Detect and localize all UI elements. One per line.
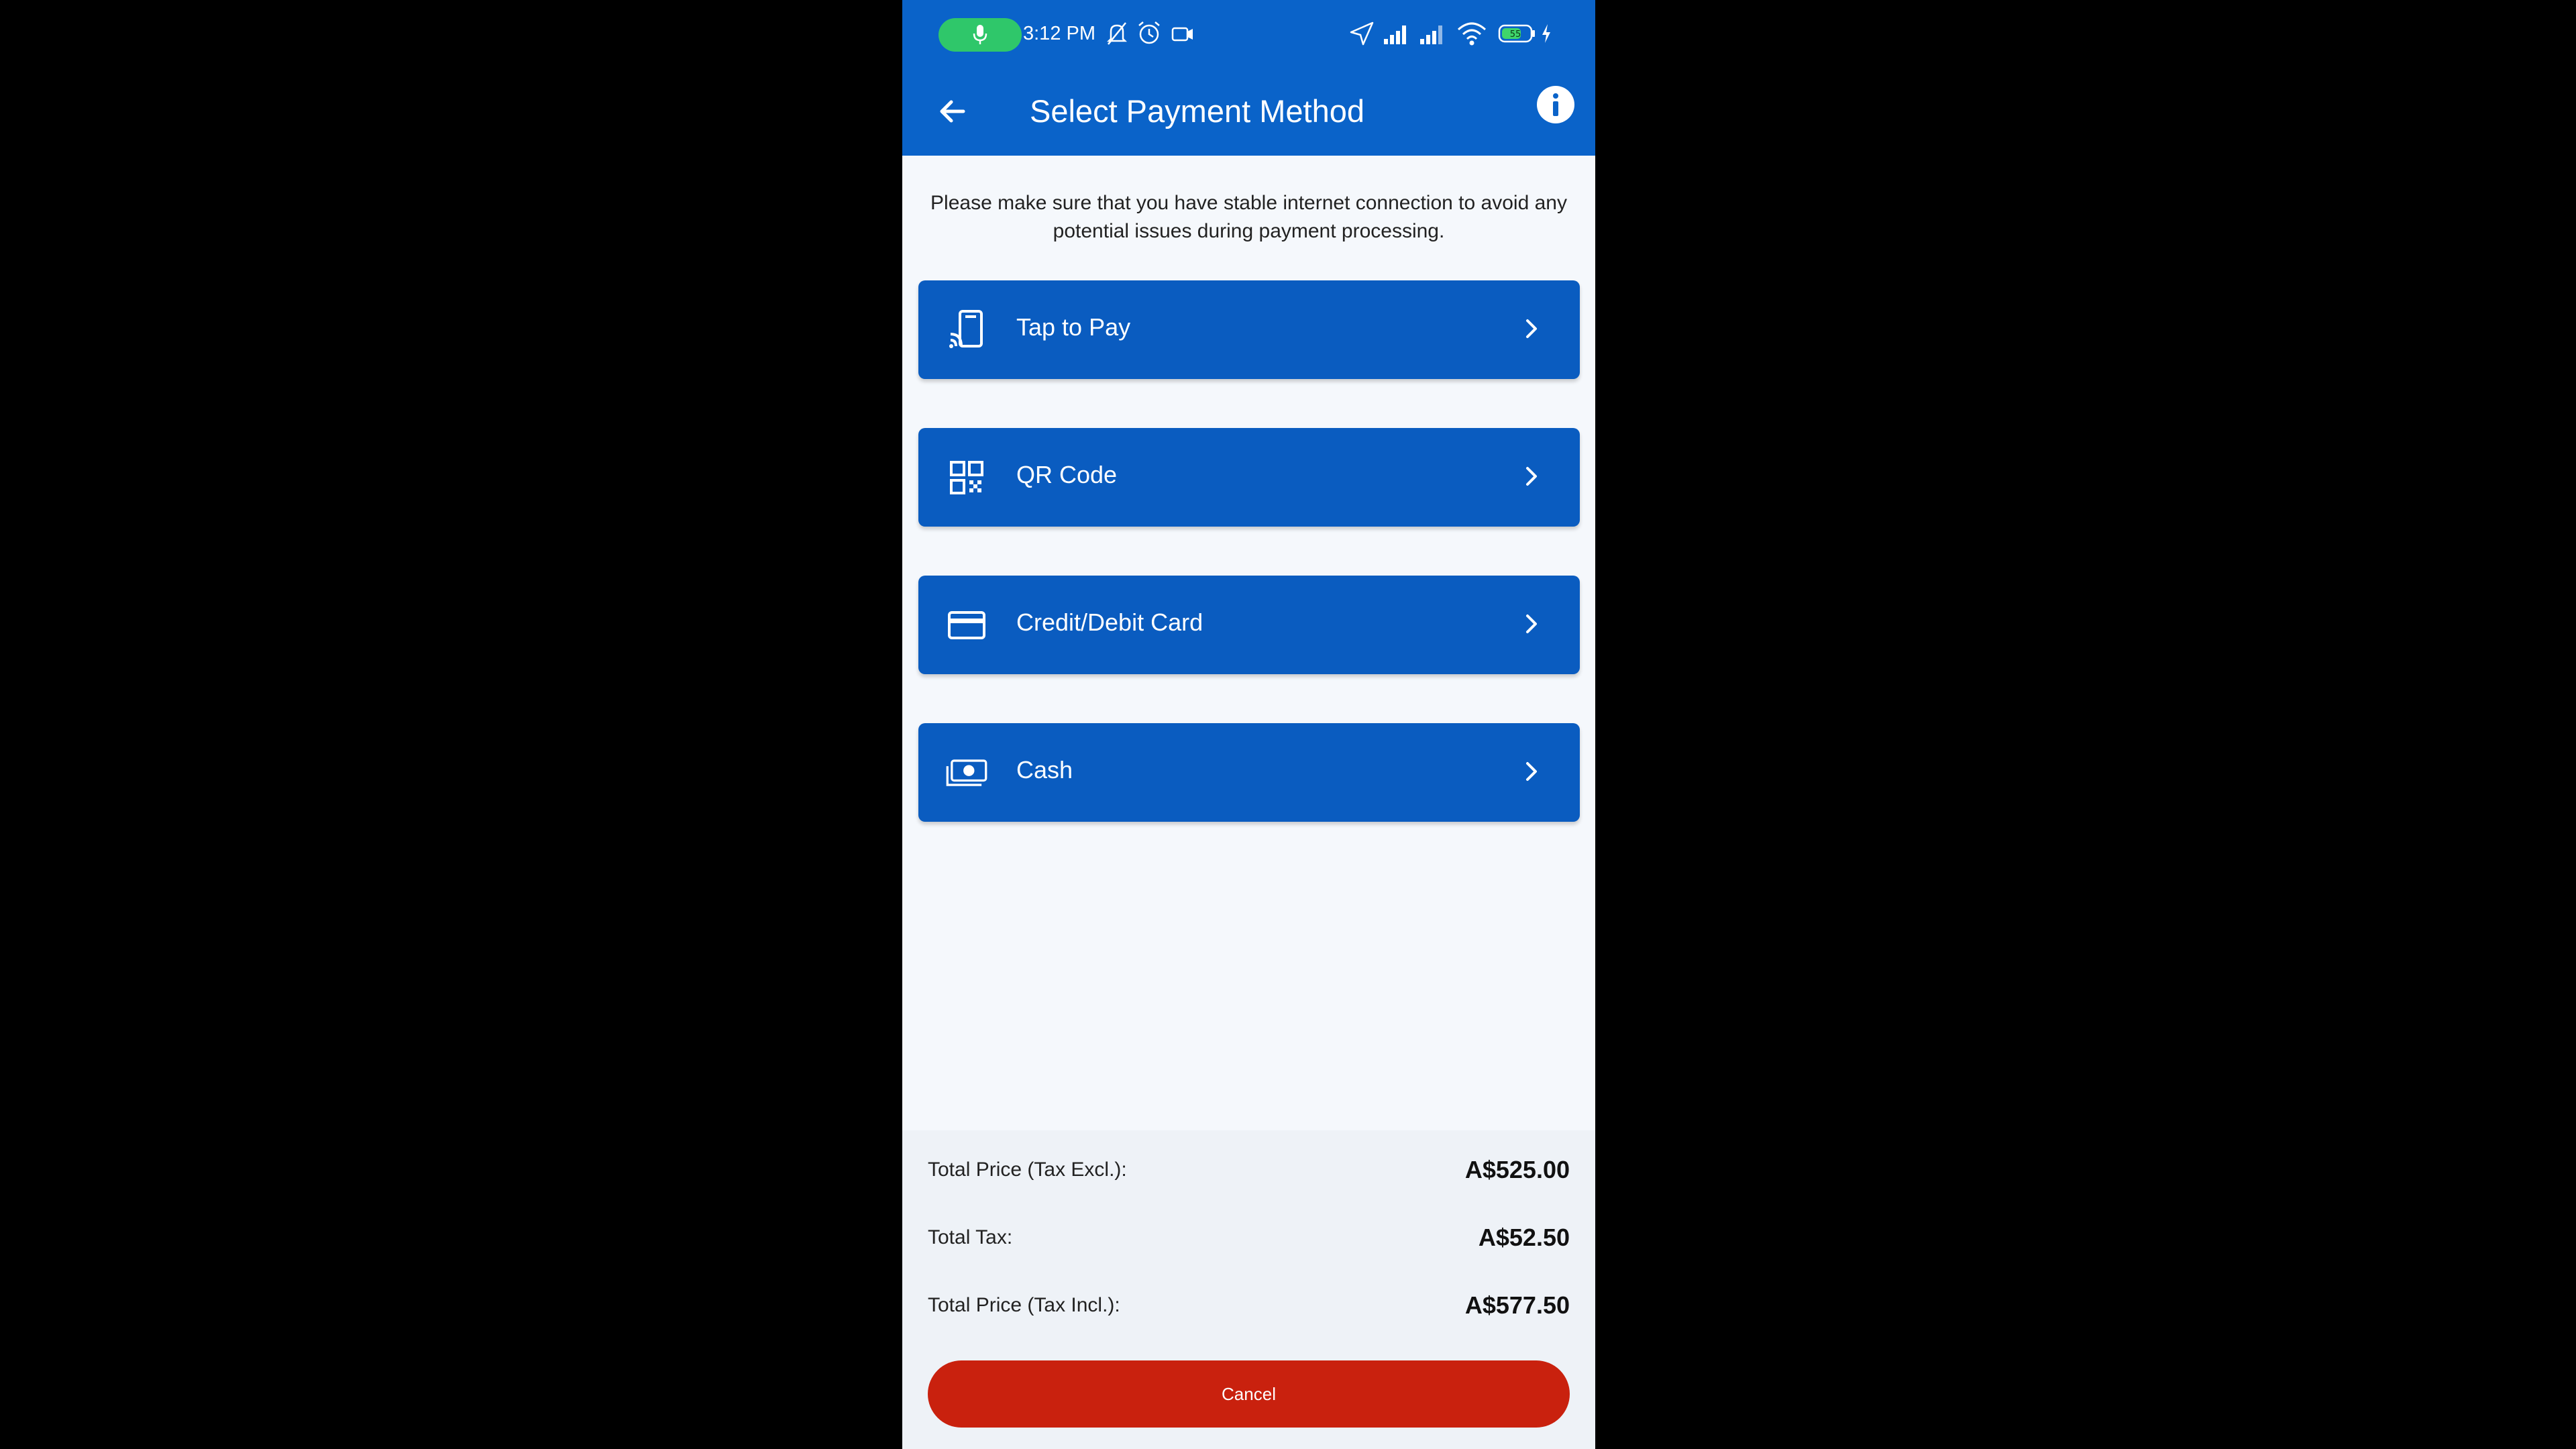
- credit-card-icon: [945, 604, 988, 647]
- total-excl-value: A$525.00: [1464, 1156, 1570, 1183]
- qr-code-icon: [945, 456, 988, 499]
- method-label: QR Code: [1016, 461, 1118, 488]
- signal-icon: [1384, 25, 1406, 44]
- method-label: Credit/Debit Card: [1016, 608, 1203, 636]
- payment-method-credit-debit-card[interactable]: Credit/Debit Card: [918, 576, 1580, 674]
- status-bar: 3:12 PM 55: [902, 0, 1595, 67]
- phone-screen: 3:12 PM 55 Select Payment Method Please …: [902, 0, 1595, 1449]
- payment-method-qr-code[interactable]: QR Code: [918, 428, 1580, 527]
- total-incl-row: Total Price (Tax Incl.): A$577.50: [928, 1289, 1570, 1322]
- total-incl-value: A$577.50: [1464, 1291, 1570, 1319]
- total-excl-label: Total Price (Tax Excl.):: [928, 1159, 1127, 1181]
- payment-method-cash[interactable]: Cash: [918, 723, 1580, 822]
- total-incl-label: Total Price (Tax Incl.):: [928, 1294, 1120, 1316]
- wifi-icon: [1457, 22, 1487, 46]
- battery-icon: 55: [1498, 24, 1535, 43]
- camera-icon: [1171, 27, 1193, 42]
- back-button[interactable]: [930, 89, 975, 133]
- payment-method-tap-to-pay[interactable]: Tap to Pay: [918, 280, 1580, 379]
- tap-to-pay-icon: [945, 309, 988, 352]
- chevron-right-icon: [1518, 463, 1545, 490]
- charging-icon: [1542, 24, 1550, 43]
- info-icon: [1537, 86, 1574, 123]
- location-arrow-icon: [1350, 21, 1374, 46]
- method-label: Cash: [1016, 756, 1073, 784]
- arrow-left-icon: [940, 100, 965, 123]
- alarm-icon: [1138, 21, 1160, 44]
- method-label: Tap to Pay: [1016, 313, 1131, 341]
- app-bar: Select Payment Method: [902, 67, 1595, 156]
- total-excl-row: Total Price (Tax Excl.): A$525.00: [928, 1153, 1570, 1187]
- total-tax-label: Total Tax:: [928, 1226, 1013, 1248]
- cancel-button[interactable]: Cancel: [928, 1360, 1570, 1428]
- cash-icon: [945, 751, 988, 794]
- status-time: 3:12 PM: [1023, 23, 1095, 44]
- mute-bell-icon: [1106, 22, 1128, 45]
- svg-text:55: 55: [1510, 30, 1521, 40]
- signal-icon: [1420, 25, 1442, 44]
- total-tax-value: A$52.50: [1478, 1224, 1570, 1251]
- chevron-right-icon: [1518, 315, 1545, 342]
- chevron-right-icon: [1518, 758, 1545, 785]
- page-title: Select Payment Method: [1030, 93, 1364, 129]
- total-tax-row: Total Tax: A$52.50: [928, 1221, 1570, 1254]
- info-button[interactable]: [1534, 83, 1577, 126]
- connection-notice: Please make sure that you have stable in…: [930, 192, 1567, 242]
- mic-icon: [973, 25, 987, 44]
- chevron-right-icon: [1518, 610, 1545, 637]
- mic-indicator[interactable]: [938, 18, 1022, 52]
